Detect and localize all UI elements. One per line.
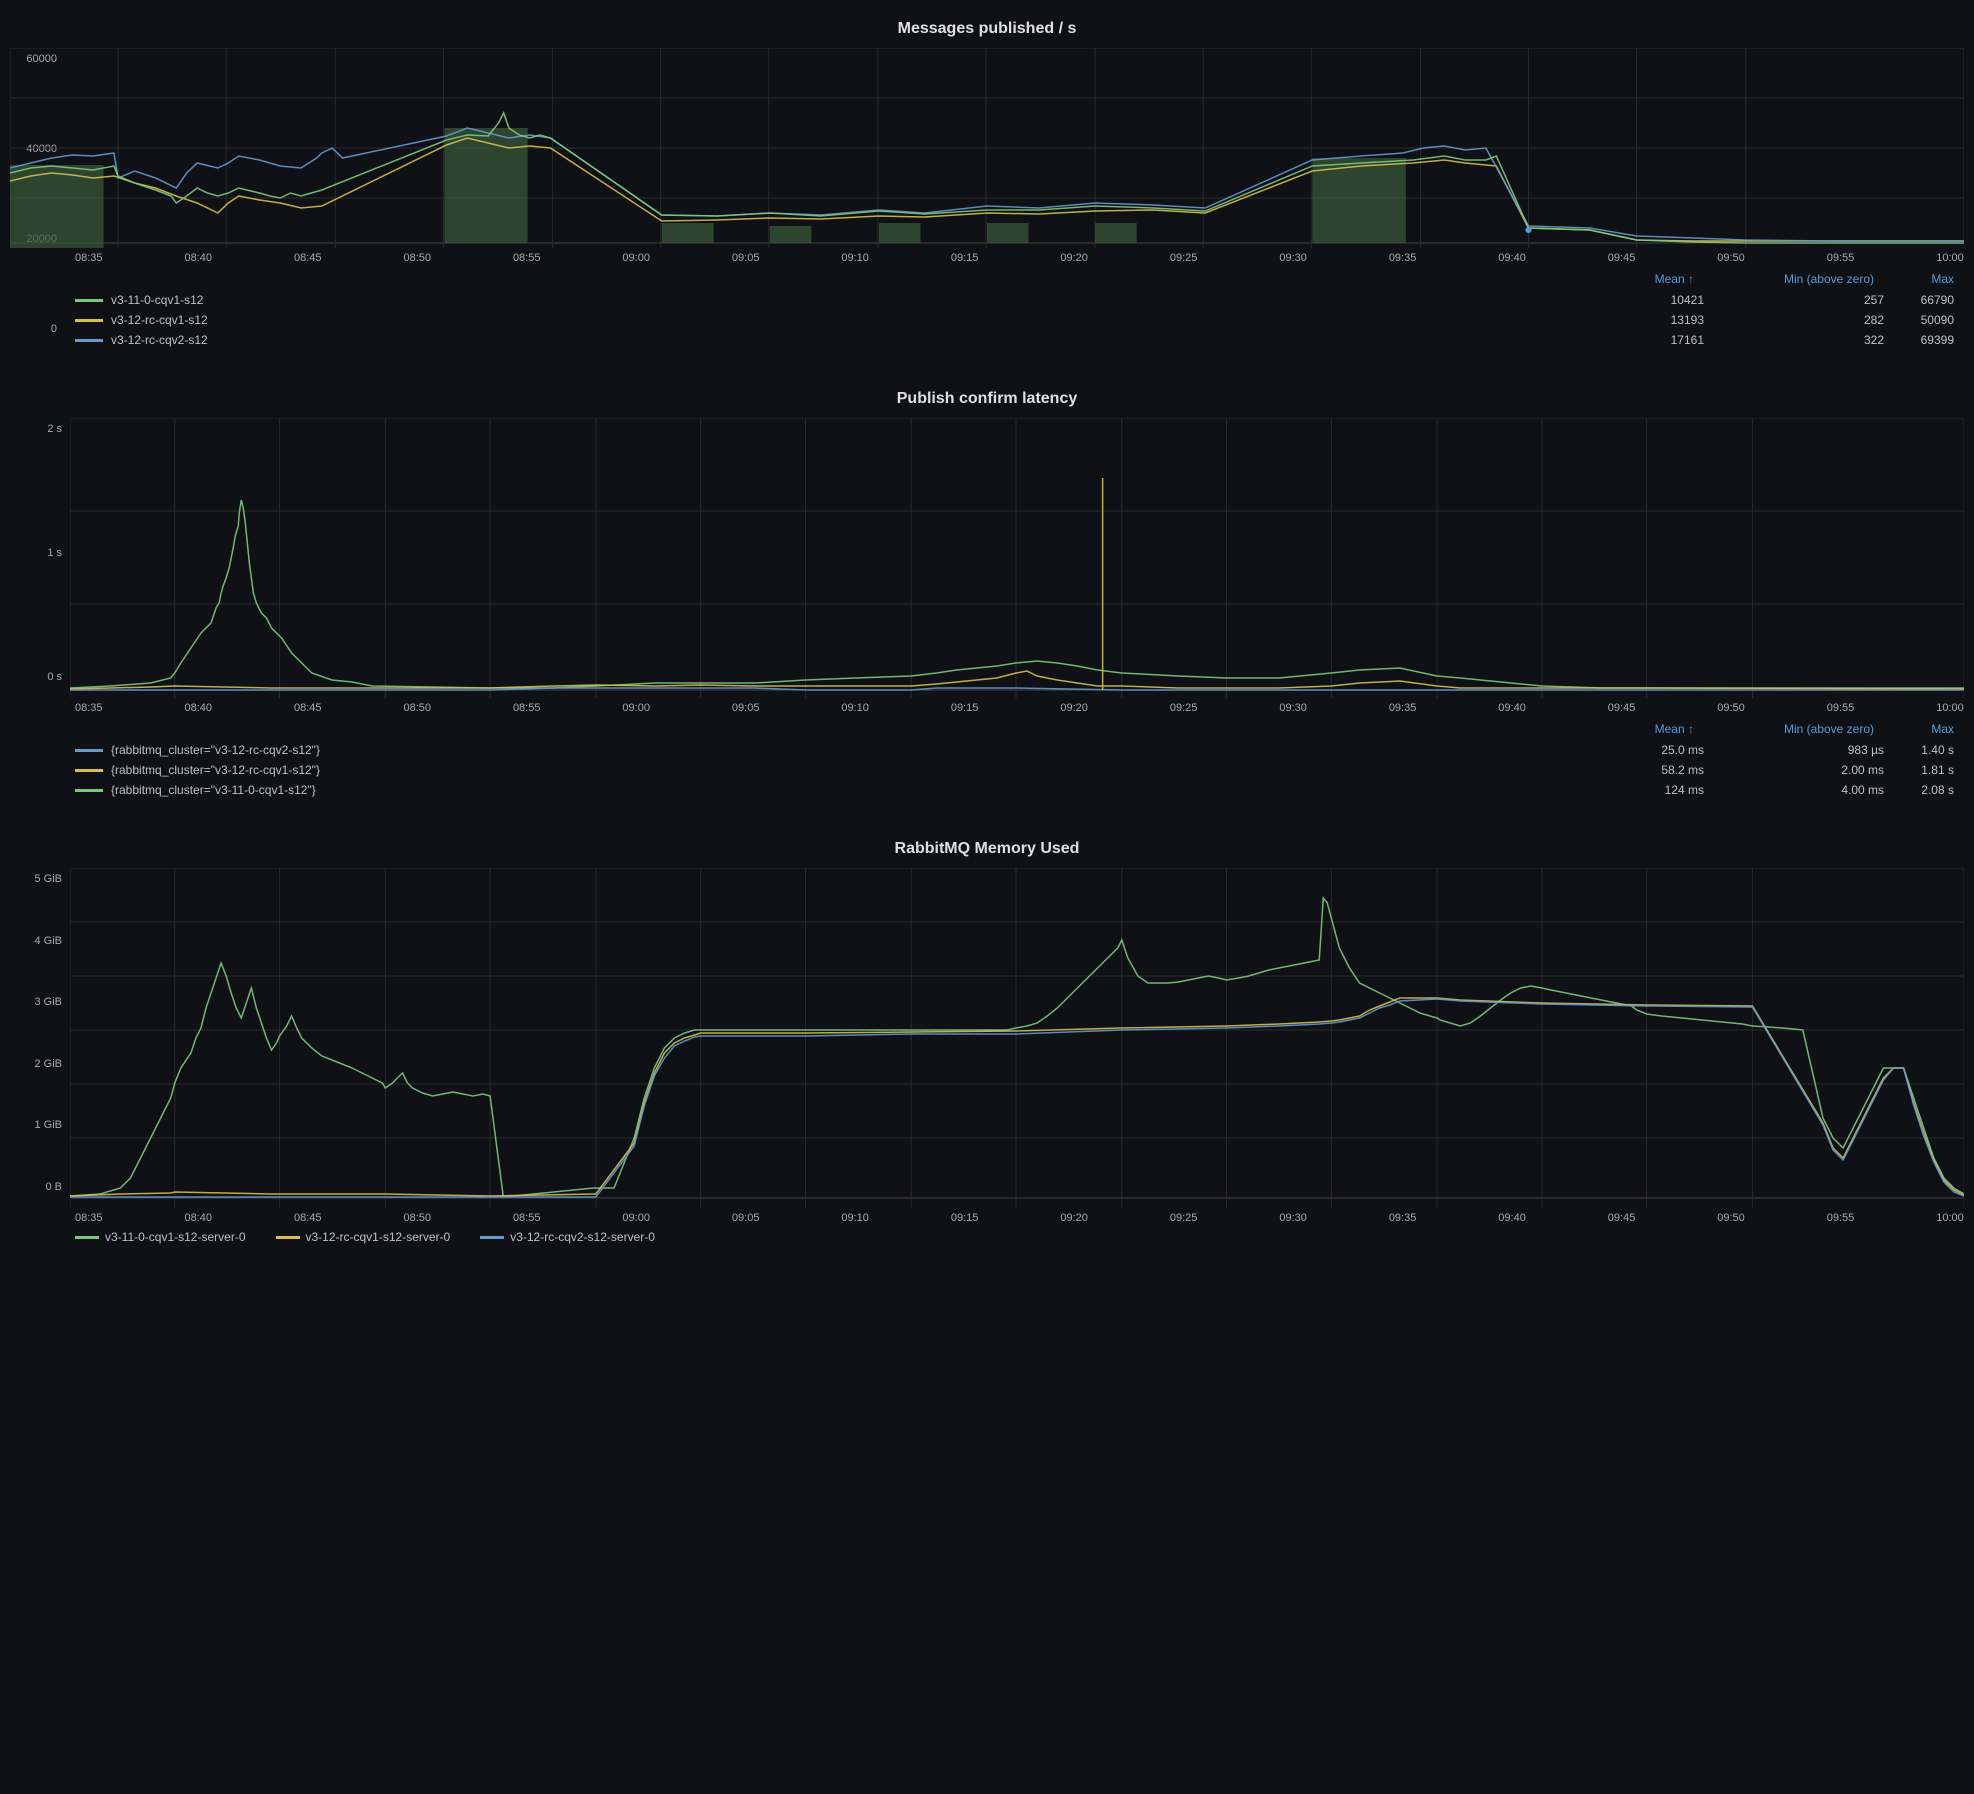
yellow-series-name: v3-12-rc-cqv1-s12 bbox=[111, 313, 1584, 327]
mem-yellow-line bbox=[276, 1236, 300, 1239]
lat-blue-min: 983 µs bbox=[1704, 743, 1884, 757]
x-axis-memory: 08:35 08:40 08:45 08:50 08:55 09:00 09:0… bbox=[75, 1208, 1964, 1224]
latency-mean-header: Mean ↑ bbox=[1574, 722, 1694, 736]
latency-legend-row-green: {rabbitmq_cluster="v3-11-0-cqv1-s12"} 12… bbox=[75, 780, 1964, 800]
lat-yellow-min: 2.00 ms bbox=[1704, 763, 1884, 777]
yellow-mean: 13193 bbox=[1584, 313, 1704, 327]
lat-green-mean: 124 ms bbox=[1584, 783, 1704, 797]
mem-legend-green: v3-11-0-cqv1-s12-server-0 bbox=[75, 1230, 246, 1244]
legend-row-yellow: v3-12-rc-cqv1-s12 13193 282 50090 bbox=[75, 310, 1964, 330]
legend-row-green: v3-11-0-cqv1-s12 10421 257 66790 bbox=[75, 290, 1964, 310]
mem-blue-line bbox=[480, 1236, 504, 1239]
mem-green-label: v3-11-0-cqv1-s12-server-0 bbox=[105, 1230, 246, 1244]
publish-latency-title: Publish confirm latency bbox=[10, 390, 1964, 408]
latency-min-header: Min (above zero) bbox=[1694, 722, 1874, 736]
messages-legend: Mean ↑ Min (above zero) Max v3-11-0-cqv1… bbox=[75, 272, 1964, 350]
lat-yellow-name: {rabbitmq_cluster="v3-12-rc-cqv1-s12"} bbox=[111, 763, 1584, 777]
lat-blue-max: 1.40 s bbox=[1884, 743, 1964, 757]
mem-legend-yellow: v3-12-rc-cqv1-s12-server-0 bbox=[276, 1230, 451, 1244]
green-mean: 10421 bbox=[1584, 293, 1704, 307]
mem-blue-label: v3-12-rc-cqv2-s12-server-0 bbox=[510, 1230, 655, 1244]
lat-green-line bbox=[75, 789, 103, 792]
latency-legend-row-yellow: {rabbitmq_cluster="v3-12-rc-cqv1-s12"} 5… bbox=[75, 760, 1964, 780]
memory-section: RabbitMQ Memory Used 5 GiB 4 GiB 3 GiB 2… bbox=[10, 840, 1964, 1244]
green-series-name: v3-11-0-cqv1-s12 bbox=[111, 293, 1584, 307]
min-header: Min (above zero) bbox=[1694, 272, 1874, 286]
blue-series-name: v3-12-rc-cqv2-s12 bbox=[111, 333, 1584, 347]
lat-yellow-max: 1.81 s bbox=[1884, 763, 1964, 777]
lat-yellow-mean: 58.2 ms bbox=[1584, 763, 1704, 777]
lat-blue-mean: 25.0 ms bbox=[1584, 743, 1704, 757]
yellow-series-line bbox=[75, 319, 103, 322]
latency-max-header: Max bbox=[1874, 722, 1954, 736]
green-series-line bbox=[75, 299, 103, 302]
lat-blue-line bbox=[75, 749, 103, 752]
blue-max: 69399 bbox=[1884, 333, 1964, 347]
yellow-max: 50090 bbox=[1884, 313, 1964, 327]
lat-green-max: 2.08 s bbox=[1884, 783, 1964, 797]
blue-mean: 17161 bbox=[1584, 333, 1704, 347]
lat-yellow-line bbox=[75, 769, 103, 772]
x-axis-messages: 08:35 08:40 08:45 08:50 08:55 09:00 09:0… bbox=[75, 248, 1964, 264]
yellow-min: 282 bbox=[1704, 313, 1884, 327]
mem-green-line bbox=[75, 1236, 99, 1239]
mem-legend-blue: v3-12-rc-cqv2-s12-server-0 bbox=[480, 1230, 655, 1244]
latency-legend: Mean ↑ Min (above zero) Max {rabbitmq_cl… bbox=[75, 722, 1964, 800]
green-max: 66790 bbox=[1884, 293, 1964, 307]
blue-series-line bbox=[75, 339, 103, 342]
memory-legend: v3-11-0-cqv1-s12-server-0 v3-12-rc-cqv1-… bbox=[75, 1224, 1964, 1244]
messages-published-title: Messages published / s bbox=[10, 20, 1964, 38]
max-header: Max bbox=[1874, 272, 1954, 286]
lat-green-min: 4.00 ms bbox=[1704, 783, 1884, 797]
messages-published-section: Messages published / s 60000 40000 20000… bbox=[10, 20, 1964, 350]
mean-header: Mean ↑ bbox=[1574, 272, 1694, 286]
latency-legend-row-blue: {rabbitmq_cluster="v3-12-rc-cqv2-s12"} 2… bbox=[75, 740, 1964, 760]
memory-title: RabbitMQ Memory Used bbox=[10, 840, 1964, 858]
green-min: 257 bbox=[1704, 293, 1884, 307]
lat-blue-name: {rabbitmq_cluster="v3-12-rc-cqv2-s12"} bbox=[111, 743, 1584, 757]
lat-green-name: {rabbitmq_cluster="v3-11-0-cqv1-s12"} bbox=[111, 783, 1584, 797]
blue-min: 322 bbox=[1704, 333, 1884, 347]
x-axis-latency: 08:35 08:40 08:45 08:50 08:55 09:00 09:0… bbox=[75, 698, 1964, 714]
publish-latency-section: Publish confirm latency 2 s 1 s 0 s bbox=[10, 390, 1964, 800]
legend-row-blue: v3-12-rc-cqv2-s12 17161 322 69399 bbox=[75, 330, 1964, 350]
mem-yellow-label: v3-12-rc-cqv1-s12-server-0 bbox=[306, 1230, 451, 1244]
